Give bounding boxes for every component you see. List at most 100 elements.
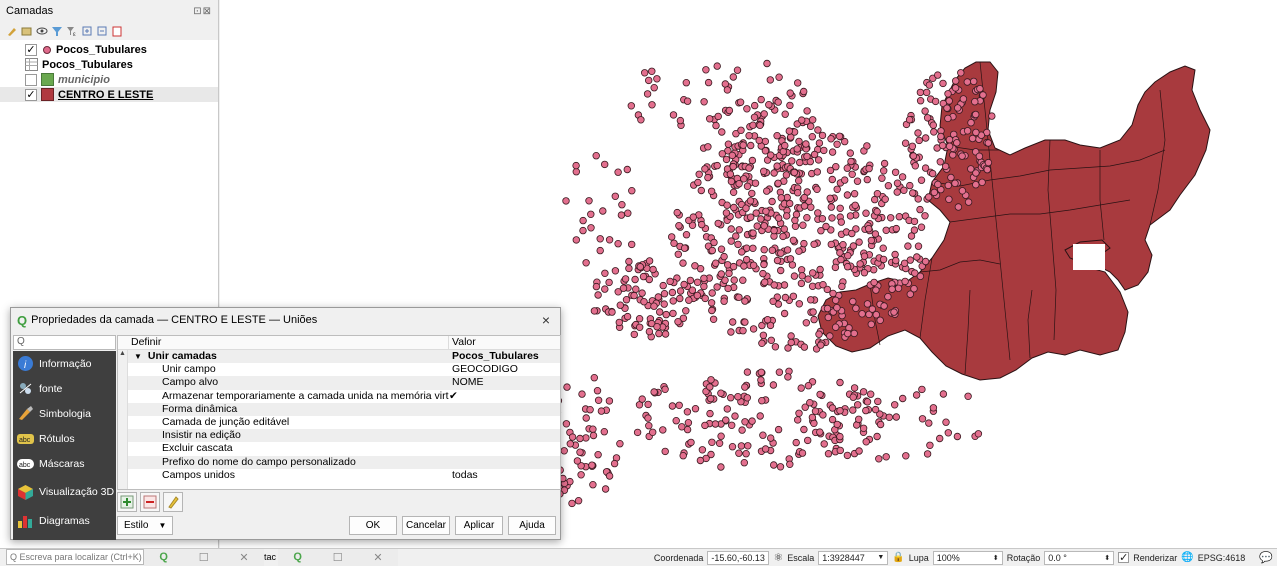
coordinate-field[interactable]: -15.60,-60.13 [707, 550, 770, 565]
well-point [967, 118, 975, 127]
well-point [743, 394, 751, 402]
nav-item-informacao[interactable]: i Informação [13, 351, 116, 376]
well-point [873, 432, 881, 441]
render-checkbox[interactable]: ✓ [1118, 552, 1130, 563]
add-join-button[interactable] [117, 492, 137, 512]
well-point [761, 147, 770, 155]
table-row[interactable]: ▼ Unir camadas Pocos_Tubulares [128, 350, 560, 364]
nav-item-simbologia[interactable]: Simbologia [13, 401, 116, 426]
magnifier-field[interactable]: 100% ⬍ [932, 550, 1003, 565]
table-row[interactable]: Armazenar temporariamente a camada unida… [128, 390, 560, 403]
table-row[interactable]: Camada de junção editável [128, 416, 560, 429]
nav-label: Diagramas [39, 514, 90, 527]
well-point [954, 203, 963, 211]
well-point [797, 384, 805, 392]
maximize-icon[interactable]: ☐ [199, 551, 209, 564]
table-row[interactable]: Unir campo GEOCODIGO [128, 363, 560, 376]
close-icon[interactable]: ✕ [239, 551, 248, 564]
nav-item-fonte[interactable]: fonte [13, 376, 116, 401]
well-point [701, 165, 709, 173]
well-point [627, 102, 635, 110]
nav-item-visualizacao-3d[interactable]: Visualização 3D [13, 476, 116, 508]
well-point [656, 308, 664, 316]
well-point [835, 132, 844, 140]
nav-item-rotulos[interactable]: abc Rótulos [13, 426, 116, 451]
well-point [804, 275, 812, 283]
panel-controls-icon[interactable]: ⊡⊠ [193, 6, 212, 17]
well-point [588, 461, 596, 469]
well-point [641, 69, 649, 77]
search-input[interactable]: Q [13, 335, 116, 350]
layer-visibility-checkbox[interactable]: ✓ [25, 43, 37, 56]
cancel-button[interactable]: Cancelar [402, 515, 450, 535]
estilo-dropdown[interactable]: Estilo ▼ [117, 515, 174, 535]
visibility-icon[interactable] [36, 25, 48, 37]
well-point [741, 318, 749, 326]
add-group-icon[interactable] [21, 25, 33, 37]
well-point [618, 200, 626, 209]
table-row[interactable]: Campos unidos todas [128, 469, 560, 482]
layer-item-municipio[interactable]: municipio [0, 72, 218, 87]
taskbar-window-2[interactable]: Q ☐ ✕ [278, 548, 398, 566]
help-button[interactable]: Ajuda [508, 515, 556, 535]
remove-layer-icon[interactable] [111, 25, 123, 37]
well-point [942, 418, 950, 426]
scroll-up-icon[interactable]: ▲ [118, 350, 127, 357]
layer-item-centro-e-leste[interactable]: ✓ CENTRO E LESTE [0, 87, 218, 102]
well-point [893, 188, 901, 196]
nav-item-mascaras[interactable]: abc Máscaras [13, 451, 116, 476]
extents-toggle-icon[interactable]: ⚛ [773, 551, 783, 564]
well-point [809, 308, 817, 316]
crs-button[interactable]: EPSG:4618 [1198, 553, 1246, 563]
edit-join-button[interactable] [163, 492, 183, 512]
apply-button[interactable]: Aplicar [455, 515, 503, 535]
close-icon[interactable]: × [542, 312, 550, 328]
filter-expression-icon[interactable]: ε [66, 25, 78, 37]
nav-item-diagramas[interactable]: Diagramas [13, 508, 116, 533]
layer-visibility-checkbox[interactable]: ✓ [25, 88, 37, 101]
well-point [788, 157, 796, 165]
well-point [787, 338, 795, 347]
well-point [749, 229, 757, 237]
expand-all-icon[interactable] [81, 25, 93, 37]
well-point [875, 455, 883, 463]
messages-icon[interactable]: 💬 [1259, 551, 1273, 564]
maximize-icon[interactable]: ☐ [333, 551, 343, 564]
table-row[interactable]: Excluir cascata [128, 442, 560, 455]
layer-item-pocos-tubulares-points[interactable]: ✓ Pocos_Tubulares [0, 42, 218, 57]
expand-arrow-icon[interactable]: ▼ [134, 352, 142, 361]
filter-legend-icon[interactable] [51, 25, 63, 37]
layer-item-pocos-tubulares-table[interactable]: Pocos_Tubulares [0, 57, 218, 72]
table-row[interactable]: Insistir na edição [128, 429, 560, 443]
collapse-all-icon[interactable] [96, 25, 108, 37]
table-row[interactable]: Forma dinâmica [128, 402, 560, 416]
ok-button[interactable]: OK [349, 515, 397, 535]
well-point [747, 141, 755, 150]
well-point [947, 173, 955, 182]
pencil-icon [168, 496, 179, 509]
table-row[interactable]: Prefixo do nome do campo personalizado [128, 455, 560, 469]
crs-globe-icon[interactable]: 🌐 [1181, 552, 1193, 563]
style-brush-icon[interactable] [6, 25, 18, 37]
well-point [767, 336, 775, 344]
rotation-field[interactable]: 0.0 ° ⬍ [1044, 550, 1115, 565]
tree-scrollbar[interactable]: ▲ [118, 350, 128, 489]
table-row[interactable]: Campo alvo NOME [128, 376, 560, 390]
well-point [702, 66, 710, 74]
well-point [939, 79, 947, 88]
column-definir[interactable]: Definir [128, 336, 449, 349]
source-icon [17, 380, 34, 397]
lock-icon[interactable]: 🔒 [892, 552, 904, 563]
scale-field[interactable]: 1:3928447 ▼ [818, 550, 889, 565]
taskbar-window-1[interactable]: Q ☐ ✕ [144, 548, 264, 566]
locator-search-input[interactable]: Q Escreva para localizar (Ctrl+K) [6, 549, 144, 565]
well-point [790, 272, 799, 280]
well-point [944, 114, 952, 123]
well-point [963, 127, 972, 135]
column-valor[interactable]: Valor [449, 336, 560, 349]
layer-visibility-checkbox[interactable] [25, 73, 37, 86]
remove-join-button[interactable] [140, 492, 160, 512]
3d-view-icon [17, 484, 34, 501]
well-point [792, 438, 800, 447]
close-icon[interactable]: ✕ [373, 551, 382, 564]
